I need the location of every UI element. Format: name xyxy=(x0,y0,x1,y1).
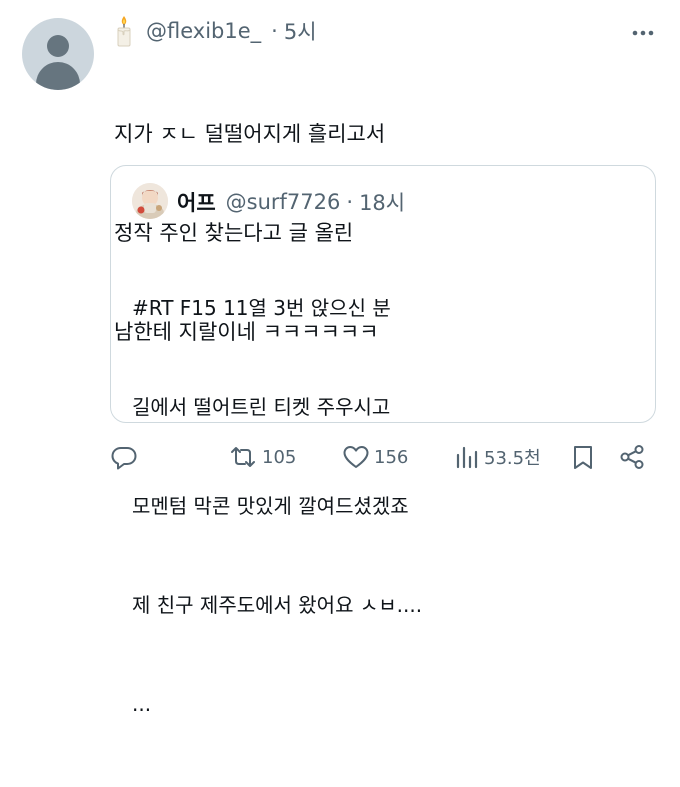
avatar-body xyxy=(36,62,80,90)
quote-line: ... xyxy=(132,692,152,716)
author-handle[interactable]: @flexib1e_ xyxy=(146,19,261,43)
reply-icon xyxy=(110,443,138,471)
views-button[interactable]: 53.5천 xyxy=(454,440,541,474)
retweet-icon xyxy=(228,443,258,471)
bookmark-icon xyxy=(570,443,596,471)
quote-header: 어프 @surf7726 · 18시 xyxy=(177,185,405,219)
action-bar: 105 156 53.5천 xyxy=(110,440,650,474)
bookmark-button[interactable] xyxy=(570,440,596,474)
quote-line: #RT F15 11열 3번 앉으신 분 xyxy=(132,296,391,320)
tweet-line: 지가 ㅈㄴ 덜떨어지게 흘리고서 xyxy=(114,122,386,146)
share-icon xyxy=(618,443,646,471)
retweet-button[interactable]: 105 xyxy=(228,440,296,474)
tweet-header: @flexib1e_ · 5시 xyxy=(114,14,317,48)
quoted-tweet[interactable]: 어프 @surf7726 · 18시 #RT F15 11열 3번 앉으신 분 … xyxy=(110,165,656,716)
separator-dot: · xyxy=(346,190,354,214)
reply-button[interactable] xyxy=(110,440,138,474)
avatar[interactable] xyxy=(22,18,94,90)
quote-avatar[interactable] xyxy=(132,183,168,219)
tweet-time[interactable]: 5시 xyxy=(284,16,317,46)
quote-line: 길에서 떨어트린 티켓 주우시고 xyxy=(132,395,391,419)
candle-icon xyxy=(114,15,134,47)
more-options-icon[interactable] xyxy=(628,18,658,48)
quote-time[interactable]: 18시 xyxy=(359,187,405,217)
like-button[interactable]: 156 xyxy=(342,440,408,474)
quote-author-handle[interactable]: @surf7726 xyxy=(226,190,341,214)
tweet: @flexib1e_ · 5시 지가 ㅈㄴ 덜떨어지게 흘리고서 정작 주인 찾… xyxy=(0,0,680,716)
quote-line: 제 친구 제주도에서 왔어요 ㅅㅂ.... xyxy=(132,593,423,617)
retweet-count: 105 xyxy=(262,446,297,468)
quote-text: #RT F15 11열 3번 앉으신 분 길에서 떨어트린 티켓 주우시고 모멘… xyxy=(132,226,422,787)
like-count: 156 xyxy=(374,446,409,468)
quote-author-name[interactable]: 어프 xyxy=(177,187,216,217)
views-icon xyxy=(454,443,480,471)
heart-icon xyxy=(342,443,370,471)
share-button[interactable] xyxy=(618,440,646,474)
avatar-head xyxy=(47,35,69,57)
separator-dot: · xyxy=(271,19,278,43)
view-count: 53.5천 xyxy=(484,448,541,469)
